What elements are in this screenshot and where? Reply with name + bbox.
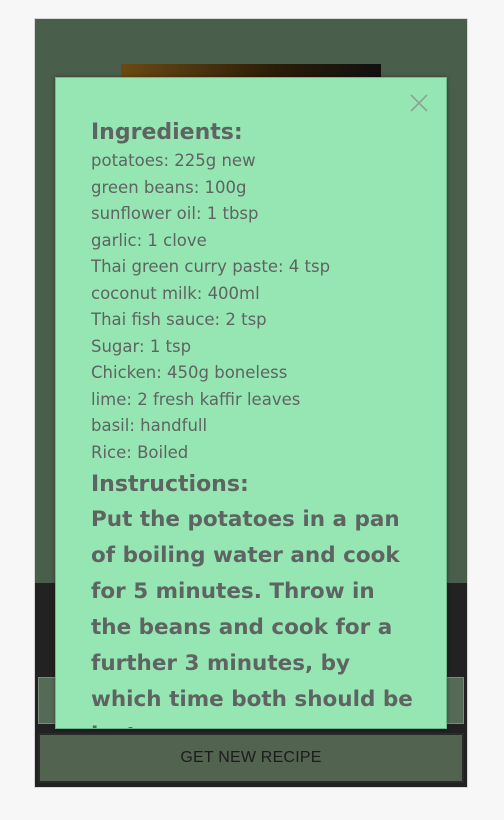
ingredient-item: potatoes: 225g new (91, 151, 256, 170)
ingredient-item: Thai fish sauce: 2 tsp (91, 310, 267, 329)
ingredient-item: sunflower oil: 1 tbsp (91, 204, 259, 223)
instructions-heading: Instructions: (91, 472, 249, 497)
ingredient-item: lime: 2 fresh kaffir leaves (91, 389, 301, 409)
ingredient-item: Thai green curry paste: 4 tsp (91, 257, 331, 276)
ingredient-item: Sugar: 1 tsp (91, 336, 192, 356)
ingredient-item: coconut milk: 400ml (91, 283, 260, 303)
ingredient-item: Chicken: 450g boneless (91, 363, 288, 382)
close-icon (410, 94, 428, 112)
ingredients-heading: Ingredients: (91, 120, 243, 145)
instructions-text: Put the potatoes in a pan of boiling wat… (91, 507, 413, 728)
close-button[interactable] (408, 92, 430, 114)
ingredient-item: Rice: Boiled (91, 442, 189, 462)
recipe-modal: Ingredients: potatoes: 225g new green be… (55, 77, 447, 729)
ingredients-list: potatoes: 225g new green beans: 100g sun… (91, 148, 426, 466)
ingredient-item: basil: handfull (91, 416, 208, 435)
get-new-recipe-button[interactable]: GET NEW RECIPE (38, 733, 464, 783)
ingredient-item: garlic: 1 clove (91, 230, 207, 250)
ingredient-item: green beans: 100g (91, 177, 247, 197)
modal-content: Ingredients: potatoes: 225g new green be… (91, 118, 426, 728)
